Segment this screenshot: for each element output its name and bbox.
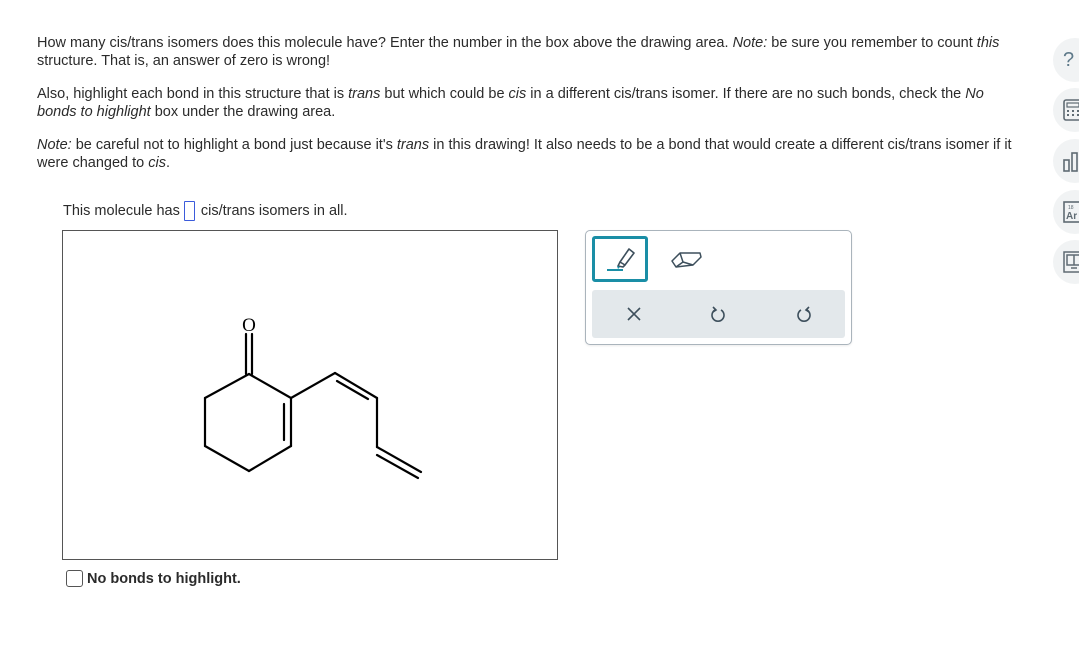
no-bonds-label[interactable]: No bonds to highlight.	[87, 571, 241, 587]
svg-text:Ar: Ar	[1066, 211, 1077, 222]
drawing-toolbox	[585, 230, 852, 345]
oxygen-atom-label: O	[242, 315, 256, 336]
bond[interactable]	[203, 372, 251, 400]
reference-book-icon	[1063, 251, 1079, 273]
eraser-tool-button[interactable]	[658, 236, 714, 282]
alkene-bond[interactable]	[333, 371, 379, 400]
bond[interactable]	[247, 444, 293, 473]
bar-chart-icon	[1063, 152, 1078, 172]
redo-icon	[797, 306, 811, 322]
undo-button[interactable]	[693, 290, 743, 338]
undo-icon	[711, 306, 725, 322]
calculator-icon	[1063, 99, 1079, 121]
redo-button[interactable]	[779, 290, 829, 338]
close-icon	[627, 307, 641, 321]
eraser-icon	[671, 252, 702, 268]
bond[interactable]	[247, 372, 293, 400]
action-bar	[592, 290, 845, 338]
question-icon: ?	[1063, 48, 1075, 71]
bond[interactable]	[289, 371, 337, 400]
bond[interactable]	[203, 444, 251, 473]
molecule-structure: O	[203, 315, 423, 480]
no-bonds-checkbox-row[interactable]: No bonds to highlight.	[66, 570, 241, 587]
highlighter-icon	[607, 248, 635, 271]
periodic-table-icon: 18 Ar	[1063, 201, 1079, 223]
drawing-area[interactable]: O	[62, 230, 558, 560]
clear-button[interactable]	[609, 290, 659, 338]
no-bonds-checkbox[interactable]	[66, 570, 83, 587]
highlight-tool-button[interactable]	[592, 236, 648, 282]
